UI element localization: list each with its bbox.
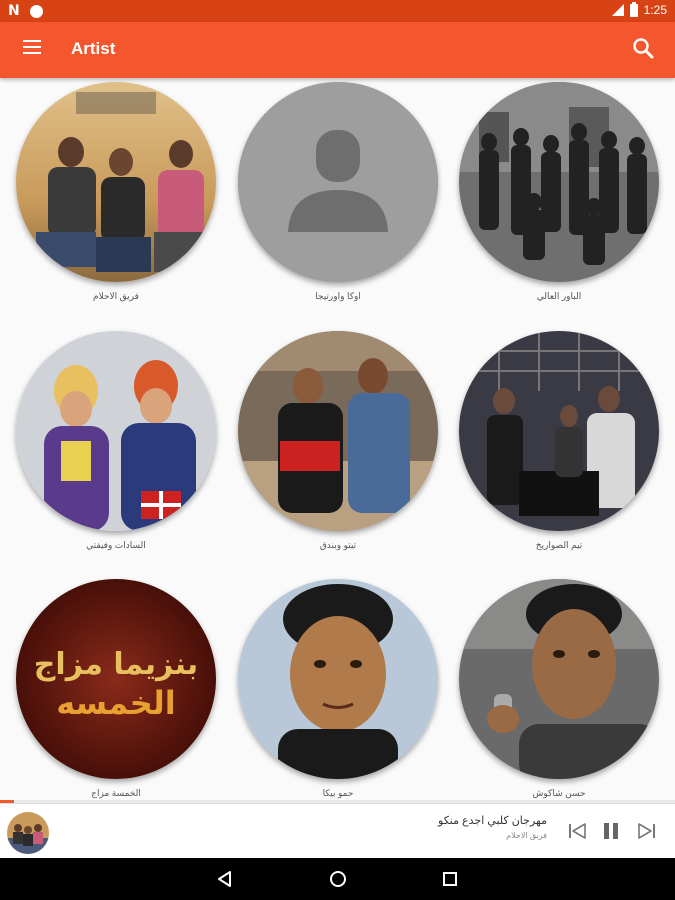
signal-icon xyxy=(611,4,624,16)
default-person-icon xyxy=(238,82,438,282)
skip-next-icon[interactable] xyxy=(636,820,658,842)
logo-text: بنزيما مزاج xyxy=(34,647,198,682)
artist-grid: فريق الاحلام اوكا واورتيجا الباور العالي… xyxy=(0,78,675,800)
now-playing-info: مهرجان كلبي اجدع منكو فريق الاحلام xyxy=(438,814,547,840)
home-icon[interactable] xyxy=(328,869,348,889)
now-playing-title: مهرجان كلبي اجدع منكو xyxy=(438,815,547,827)
artist-card[interactable]: الباور العالي xyxy=(459,82,659,302)
recents-icon[interactable] xyxy=(440,869,460,889)
now-playing-thumbnail[interactable] xyxy=(7,812,49,854)
battery-icon xyxy=(629,1,638,17)
artist-photo xyxy=(238,331,438,531)
artist-card[interactable]: فريق الاحلام xyxy=(16,82,216,302)
back-icon[interactable] xyxy=(215,869,235,889)
artist-photo xyxy=(16,331,216,531)
skip-previous-icon[interactable] xyxy=(566,820,588,842)
artist-photo xyxy=(16,82,216,282)
artist-name: السادات وفيفتي xyxy=(86,540,146,550)
page-title: Artist xyxy=(71,39,116,58)
circle-notification-icon xyxy=(29,4,43,18)
artist-card[interactable]: حسن شاكوش xyxy=(459,579,659,799)
app-bar: Artist xyxy=(0,22,675,78)
artist-photo xyxy=(238,579,438,779)
now-playing-bar[interactable]: مهرجان كلبي اجدع منكو فريق الاحلام xyxy=(0,803,675,858)
artist-name: اوكا واورتيجا xyxy=(315,291,361,301)
now-playing-artist: فريق الاحلام xyxy=(506,831,547,840)
artist-name: فريق الاحلام xyxy=(93,291,139,301)
artist-card[interactable]: تيتو وبندق xyxy=(238,331,438,551)
status-time: 1:25 xyxy=(643,3,667,17)
navigation-bar xyxy=(0,858,675,900)
artist-name: تيم الصواريخ xyxy=(535,540,583,550)
n-notification-icon: N xyxy=(8,3,20,19)
artist-name: حمو بيكا xyxy=(322,788,354,798)
artist-card[interactable]: بنزيما مزاج الخمسه الخمسة مزاج xyxy=(16,579,216,799)
artist-name: تيتو وبندق xyxy=(319,540,357,550)
menu-icon[interactable] xyxy=(23,40,41,54)
app-screen: N 1:25 Artist فريق الاحلام اوكا واورتيجا… xyxy=(0,0,675,900)
search-icon[interactable] xyxy=(631,36,655,60)
artist-card[interactable]: السادات وفيفتي xyxy=(16,331,216,551)
artist-photo xyxy=(459,579,659,779)
artist-name: الخمسة مزاج xyxy=(91,788,141,798)
artist-photo: بنزيما مزاج الخمسه xyxy=(16,579,216,779)
artist-photo xyxy=(459,82,659,282)
artist-photo xyxy=(459,331,659,531)
artist-name: الباور العالي xyxy=(536,291,582,301)
artist-card[interactable]: اوكا واورتيجا xyxy=(238,82,438,302)
artist-card[interactable]: تيم الصواريخ xyxy=(459,331,659,551)
artist-name: حسن شاكوش xyxy=(532,788,586,798)
artist-card[interactable]: حمو بيكا xyxy=(238,579,438,799)
status-bar: N 1:25 xyxy=(0,0,675,22)
pause-icon[interactable] xyxy=(600,820,622,842)
svg-text:الخمسه: الخمسه xyxy=(56,684,175,722)
